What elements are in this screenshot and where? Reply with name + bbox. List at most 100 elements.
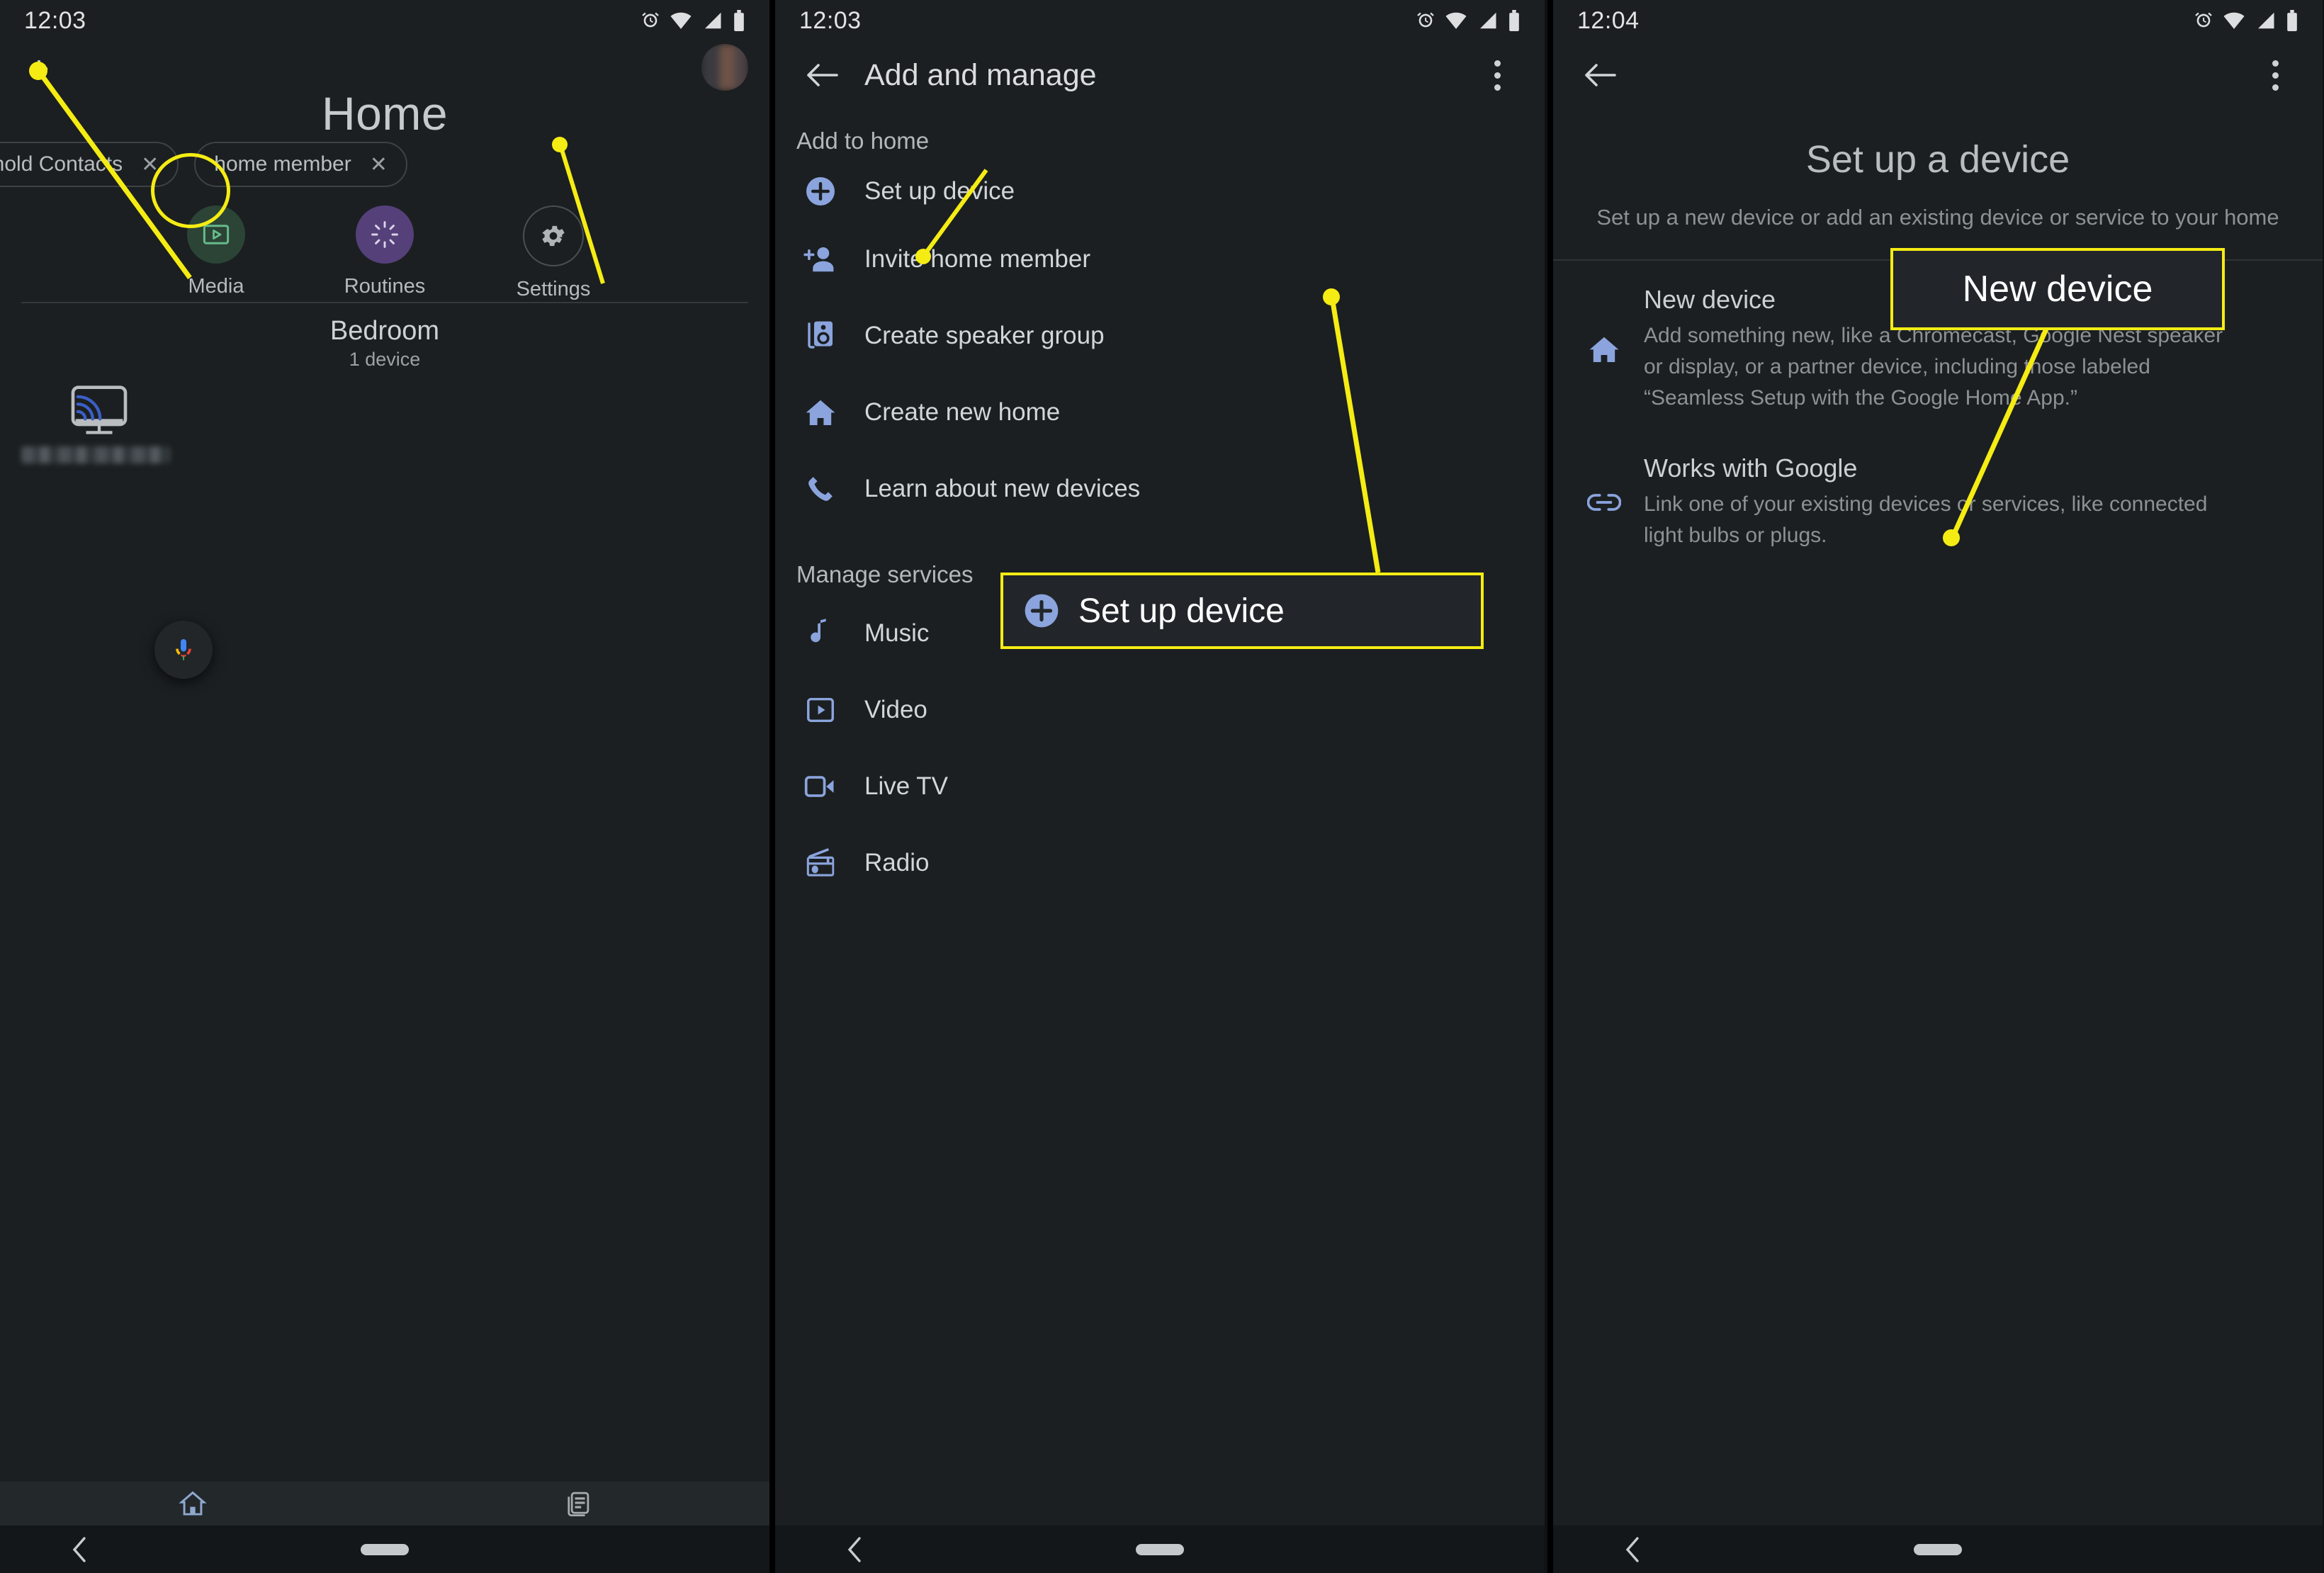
wifi-icon (670, 12, 692, 29)
menu-item-live-tv[interactable]: Live TV (775, 748, 1545, 825)
status-time: 12:03 (24, 6, 86, 34)
menu-item-invite-home-member[interactable]: Invite home member (775, 221, 1545, 298)
menu-item-label: Live TV (864, 772, 949, 800)
option-heading: Works with Google (1644, 453, 1858, 483)
home-pill[interactable] (1914, 1543, 1962, 1555)
home-filled-icon (798, 397, 843, 428)
quick-actions-row: Media Routines Settings (0, 205, 769, 301)
page-title: Set up a device (1805, 138, 2070, 181)
cast-screen-icon[interactable] (68, 384, 130, 436)
status-bar: 12:04 (1553, 0, 2323, 41)
menu-item-create-speaker-group[interactable]: Create speaker group (775, 298, 1545, 374)
google-assistant-mic-icon (176, 639, 191, 660)
overflow-menu-button[interactable] (1471, 49, 1523, 101)
quick-action-label: Settings (516, 278, 591, 300)
alarm-icon (642, 12, 659, 28)
bottom-navigation (0, 1482, 769, 1526)
signal-icon (705, 12, 721, 29)
callout-set-up-device: Set up device (1000, 573, 1484, 649)
chip-label: home member (214, 152, 351, 176)
back-chevron-icon[interactable] (843, 1535, 867, 1564)
bottom-nav-home[interactable] (0, 1488, 385, 1519)
back-chevron-icon[interactable] (1621, 1535, 1645, 1564)
quick-action-label: Routines (344, 275, 426, 298)
menu-item-label: Radio (864, 849, 930, 876)
system-navigation-bar (0, 1526, 769, 1573)
signal-icon (1480, 12, 1496, 29)
quick-action-label: Media (188, 275, 244, 298)
alarm-icon (1417, 12, 1434, 28)
overflow-menu-icon (2272, 60, 2279, 91)
menu-item-label: Create speaker group (864, 322, 1105, 349)
menu-item-label: Music (864, 619, 930, 647)
chip-label: sehold Contacts (0, 152, 123, 176)
alarm-icon (2195, 12, 2212, 28)
app-bar (1553, 41, 2323, 109)
live-tv-icon (798, 771, 843, 802)
avatar[interactable] (701, 44, 748, 91)
home-icon (178, 1491, 207, 1516)
page-subtitle: Set up a new device or add an existing d… (1596, 205, 2279, 230)
panel-add-and-manage: 12:03 Add and manage Add to home Set up … (775, 0, 1545, 1573)
menu-item-label: Set up device (864, 177, 1015, 205)
page-title: Add and manage (864, 57, 1097, 92)
app-bar: Add and manage (775, 41, 1545, 109)
chip-row: sehold Contacts ✕ home member ✕ (0, 142, 769, 187)
menu-item-create-new-home[interactable]: Create new home (775, 374, 1545, 451)
feed-icon (567, 1492, 589, 1517)
menu-item-radio[interactable]: Radio (775, 825, 1545, 901)
add-button-highlight-circle (151, 153, 230, 228)
back-button[interactable] (1574, 49, 1627, 101)
routines-icon (356, 205, 414, 264)
bottom-nav-feed[interactable] (385, 1489, 769, 1518)
wifi-icon (1445, 12, 1467, 29)
option-works-with-google[interactable]: Works with Google Link one of your exist… (1553, 421, 2323, 558)
video-play-icon (798, 694, 843, 726)
section-divider (21, 302, 748, 303)
home-filled-icon (1574, 285, 1634, 414)
option-body: Link one of your existing devices or ser… (1644, 492, 2208, 547)
status-icons (2194, 10, 2298, 31)
status-icons (1416, 10, 1521, 31)
callout-label: New device (1962, 269, 2153, 310)
panel-home-screen: 12:03 + Home sehold Contacts ✕ home memb… (0, 0, 769, 1573)
menu-item-label: Invite home member (864, 245, 1091, 273)
person-add-icon (798, 243, 843, 276)
overflow-menu-icon (1494, 60, 1501, 91)
home-pill[interactable] (1136, 1543, 1184, 1555)
status-icons (641, 10, 745, 31)
overflow-menu-button[interactable] (2249, 49, 2301, 101)
option-body: Add something new, like a Chromecast, Go… (1644, 324, 2223, 410)
battery-icon (734, 10, 744, 31)
home-pill[interactable] (361, 1543, 409, 1555)
status-bar: 12:03 (0, 0, 769, 41)
menu-item-label: Video (864, 696, 927, 723)
section-header-add-to-home: Add to home (796, 128, 930, 154)
quick-action-routines[interactable]: Routines (319, 205, 451, 301)
close-icon[interactable]: ✕ (370, 152, 388, 177)
panel-set-up-a-device: 12:04 Set up a device Set up a new devic… (1553, 0, 2323, 1573)
wifi-icon (2223, 12, 2245, 29)
menu-item-label: Create new home (864, 398, 1061, 426)
system-navigation-bar (775, 1526, 1545, 1573)
menu-item-video[interactable]: Video (775, 672, 1545, 748)
system-navigation-bar (1553, 1526, 2323, 1573)
back-arrow-icon (1585, 64, 1616, 86)
callout-new-device: New device (1890, 248, 2225, 330)
assistant-mic-button[interactable] (154, 621, 213, 679)
quick-action-settings[interactable]: Settings (487, 205, 619, 301)
back-chevron-icon[interactable] (68, 1535, 92, 1564)
menu-item-set-up-device[interactable]: Set up device (775, 162, 1545, 221)
status-bar: 12:03 (775, 0, 1545, 41)
phone-icon (798, 473, 843, 505)
battery-icon (2287, 10, 2297, 31)
signal-icon (2258, 12, 2274, 29)
back-button[interactable] (796, 49, 849, 101)
back-arrow-icon (807, 64, 838, 86)
menu-item-learn-about-new-devices[interactable]: Learn about new devices (775, 451, 1545, 527)
page-title: Home (321, 87, 449, 140)
panel-gutter (1547, 0, 1553, 1573)
gear-icon (523, 205, 584, 266)
panel-gutter (769, 0, 775, 1573)
music-note-icon (798, 617, 843, 650)
